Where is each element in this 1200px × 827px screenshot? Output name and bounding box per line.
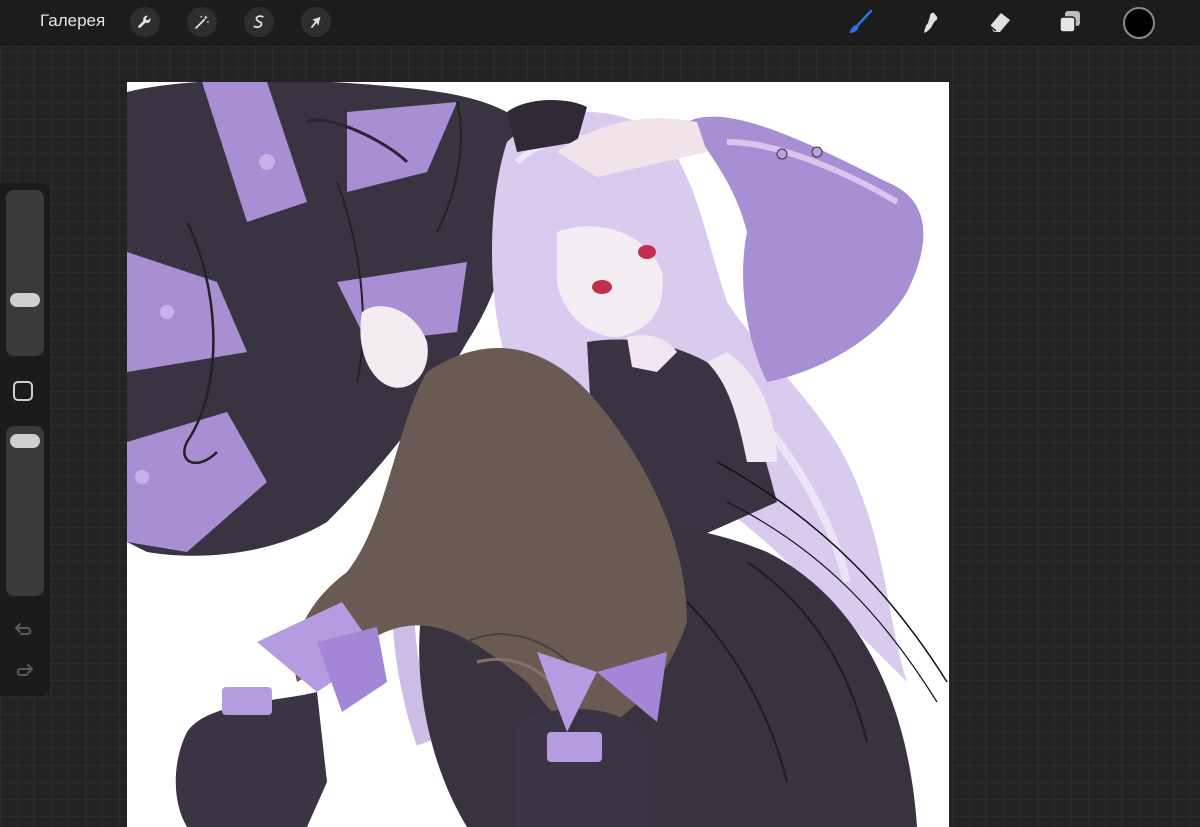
left-sidebar: [0, 183, 50, 696]
redo-icon[interactable]: [12, 660, 36, 682]
magic-wand-icon: [195, 15, 209, 29]
transform-button[interactable]: [301, 7, 331, 37]
selection-s-icon: [253, 15, 264, 29]
adjustments-button[interactable]: [187, 7, 217, 37]
color-picker-button[interactable]: [1123, 7, 1155, 39]
drawing-canvas[interactable]: [127, 82, 949, 827]
opacity-handle[interactable]: [10, 434, 40, 448]
layers-button[interactable]: [1055, 8, 1085, 36]
modify-button[interactable]: [13, 381, 33, 401]
smudge-icon: [924, 12, 938, 34]
brush-icon: [849, 9, 873, 33]
actions-button[interactable]: [130, 7, 160, 37]
arrow-cursor-icon: [310, 16, 321, 28]
artwork: [127, 82, 948, 827]
eraser-button[interactable]: [985, 8, 1015, 36]
brush-size-slider[interactable]: [6, 190, 44, 356]
eraser-icon: [989, 13, 1010, 32]
paint-brush-button[interactable]: [845, 8, 875, 36]
layers-icon: [1059, 11, 1080, 33]
gallery-button[interactable]: Галерея: [40, 11, 105, 31]
smudge-button[interactable]: [915, 8, 945, 36]
wrench-icon: [138, 15, 151, 28]
opacity-slider[interactable]: [6, 426, 44, 596]
selection-button[interactable]: [244, 7, 274, 37]
top-toolbar: Галерея: [0, 0, 1200, 45]
brush-size-handle[interactable]: [10, 293, 40, 307]
undo-icon[interactable]: [12, 619, 36, 641]
